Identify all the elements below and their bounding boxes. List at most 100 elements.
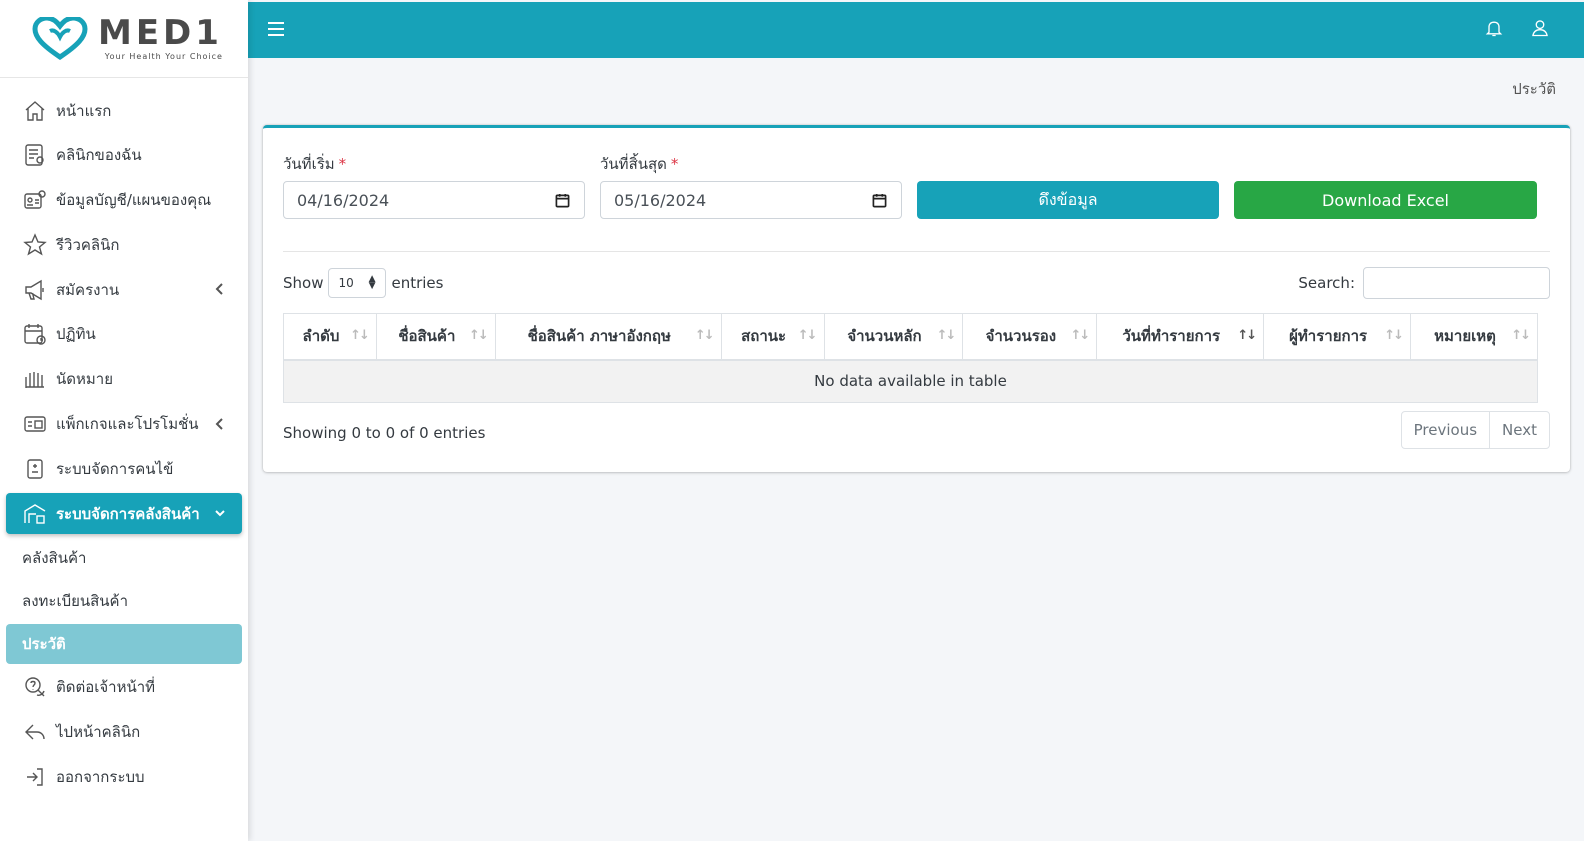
column-header-operator[interactable]: ผู้ทำรายการ ↑↓ (1263, 313, 1412, 361)
sidebar-item-my-clinic[interactable]: คลินิกของฉัน (6, 135, 242, 176)
sidebar-item-goto-clinic[interactable]: ไปหน้าคลินิก (6, 712, 242, 753)
bell-icon[interactable] (1484, 18, 1506, 40)
sidebar-item-account[interactable]: ข้อมูลบัญชี/แผนของคุณ (6, 180, 242, 221)
divider (283, 251, 1550, 252)
appointment-icon (22, 366, 48, 392)
sidebar-subitem-register-product[interactable]: ลงทะเบียนสินค้า (6, 581, 242, 621)
column-header-label: สถานะ (741, 327, 787, 346)
reply-arrow-icon (22, 719, 48, 745)
sidebar-item-label: คลินิกของฉัน (56, 146, 142, 165)
sidebar-item-label: รีวิวคลินิก (56, 235, 120, 254)
sidebar-item-appointment[interactable]: นัดหมาย (6, 359, 242, 400)
column-header-transaction-date[interactable]: วันที่ทำรายการ ↑↓ (1096, 313, 1265, 361)
column-header-status[interactable]: สถานะ ↑↓ (720, 313, 825, 361)
warehouse-icon (22, 501, 48, 527)
user-icon[interactable] (1530, 18, 1552, 40)
sidebar-subitem-stock[interactable]: คลังสินค้า (6, 538, 242, 578)
page-length-value: 10 (338, 276, 354, 290)
brand-text: MED1 Your Health Your Choice (98, 16, 223, 61)
sidebar-item-label: ข้อมูลบัญชี/แผนของคุณ (56, 191, 212, 210)
sidebar-subitem-history[interactable]: ประวัติ (6, 623, 242, 664)
end-date-input[interactable]: 05/16/2024 (600, 181, 902, 219)
empty-table-message: No data available in table (283, 359, 1538, 403)
sidebar-item-calendar[interactable]: ปฏิทิน (6, 314, 242, 355)
column-header-label: ชื่อสินค้า ภาษาอังกฤษ (527, 327, 671, 346)
page-length-select[interactable]: 10 ▲ ▼ (328, 268, 387, 298)
search-input[interactable] (1363, 267, 1550, 299)
entries-label: entries (391, 274, 444, 292)
calendar-picker-icon[interactable] (872, 193, 887, 208)
column-header-label: ผู้ทำรายการ (1289, 327, 1368, 346)
sidebar-item-logout[interactable]: ออกจากระบบ (6, 757, 242, 798)
column-header-label: ลำดับ (302, 327, 340, 346)
calendar-icon (22, 321, 48, 347)
topbar (248, 2, 1584, 58)
chevron-down-icon (214, 505, 226, 521)
sidebar: MED1 Your Health Your Choice หน้าแรก คลิ… (0, 0, 248, 841)
required-mark: * (670, 155, 679, 173)
table-info: Showing 0 to 0 of 0 entries (283, 424, 486, 442)
column-header-label: วันที่ทำรายการ (1122, 327, 1221, 346)
sidebar-item-warehouse[interactable]: ระบบจัดการคลังสินค้า (6, 493, 242, 535)
sort-icon: ↑↓ (1511, 328, 1531, 343)
column-header-label: จำนวนหลัก (847, 327, 922, 346)
next-page-button[interactable]: Next (1489, 412, 1549, 448)
account-card-icon (22, 187, 48, 213)
end-date-label: วันที่สิ้นสุด * (600, 152, 678, 176)
sidebar-nav: หน้าแรก คลินิกของฉัน ข้อมูลบัญชี/แผนของค… (0, 78, 248, 798)
sidebar-item-packages[interactable]: แพ็กเกจและโปรโมชั่น (6, 404, 242, 445)
package-icon (22, 411, 48, 437)
download-excel-button[interactable]: Download Excel (1234, 181, 1537, 219)
previous-page-button[interactable]: Previous (1402, 412, 1489, 448)
column-header-index[interactable]: ลำดับ ↑↓ (283, 313, 377, 361)
column-header-product-name[interactable]: ชื่อสินค้า ↑↓ (375, 313, 496, 361)
brand-tagline: Your Health Your Choice (104, 52, 223, 61)
sidebar-item-label: ระบบจัดการคลังสินค้า (56, 504, 200, 523)
history-card: วันที่เริ่ม * 04/16/2024 วันที่สิ้นสุด * 0… (263, 125, 1570, 472)
sidebar-item-label: ระบบจัดการคนไข้ (56, 459, 174, 478)
hamburger-icon[interactable] (268, 19, 290, 41)
sidebar-item-label: แพ็กเกจและโปรโมชั่น (56, 415, 199, 434)
sort-icon: ↑↓ (469, 328, 489, 343)
column-header-main-quantity[interactable]: จำนวนหลัก ↑↓ (823, 313, 964, 361)
sidebar-item-label: ไปหน้าคลินิก (56, 723, 141, 742)
calendar-picker-icon[interactable] (555, 193, 570, 208)
table-row: No data available in table (283, 359, 1538, 403)
column-header-product-name-en[interactable]: ชื่อสินค้า ภาษาอังกฤษ ↑↓ (494, 313, 722, 361)
sort-desc-icon: ↑↓ (1237, 328, 1257, 343)
sidebar-item-label: สมัครงาน (56, 280, 120, 299)
page-length-control: Show 10 ▲ ▼ entries (283, 268, 443, 298)
sidebar-item-home[interactable]: หน้าแรก (6, 90, 242, 131)
sort-icon: ↑↓ (1384, 328, 1404, 343)
star-icon (22, 232, 48, 258)
column-header-label: หมายเหตุ (1434, 327, 1496, 346)
column-header-note[interactable]: หมายเหตุ ↑↓ (1410, 313, 1538, 361)
patient-icon (22, 456, 48, 482)
sidebar-item-label: ติดต่อเจ้าหน้าที่ (56, 678, 156, 697)
sidebar-item-label: นัดหมาย (56, 370, 113, 389)
start-date-value: 04/16/2024 (297, 190, 390, 210)
megaphone-icon (22, 277, 48, 303)
sidebar-item-label: ออกจากระบบ (56, 768, 145, 787)
logout-icon (22, 764, 48, 790)
history-table: ลำดับ ↑↓ ชื่อสินค้า ↑↓ ชื่อสินค้า ภาษาอังก… (283, 313, 1538, 403)
pagination: Previous Next (1400, 411, 1550, 449)
column-header-label: จำนวนรอง (985, 327, 1057, 346)
start-date-label: วันที่เริ่ม * (283, 152, 346, 176)
column-header-sub-quantity[interactable]: จำนวนรอง ↑↓ (962, 313, 1098, 361)
sidebar-item-patients[interactable]: ระบบจัดการคนไข้ (6, 448, 242, 489)
start-date-input[interactable]: 04/16/2024 (283, 181, 585, 219)
chevron-left-icon (214, 281, 226, 297)
sidebar-item-jobs[interactable]: สมัครงาน (6, 269, 242, 310)
show-label: Show (283, 274, 324, 292)
heart-logo-icon (32, 16, 88, 60)
fetch-data-button[interactable]: ดึงข้อมูล (917, 181, 1219, 219)
search-label: Search: (1298, 274, 1355, 292)
sidebar-item-review[interactable]: รีวิวคลินิก (6, 224, 242, 265)
sidebar-item-label: ปฏิทิน (56, 325, 96, 344)
breadcrumb: ประวัติ (1512, 80, 1556, 98)
sidebar-item-contact[interactable]: ติดต่อเจ้าหน้าที่ (6, 667, 242, 708)
sort-icon: ↑↓ (797, 328, 818, 343)
brand[interactable]: MED1 Your Health Your Choice (0, 0, 248, 78)
contact-chat-icon (22, 674, 48, 700)
